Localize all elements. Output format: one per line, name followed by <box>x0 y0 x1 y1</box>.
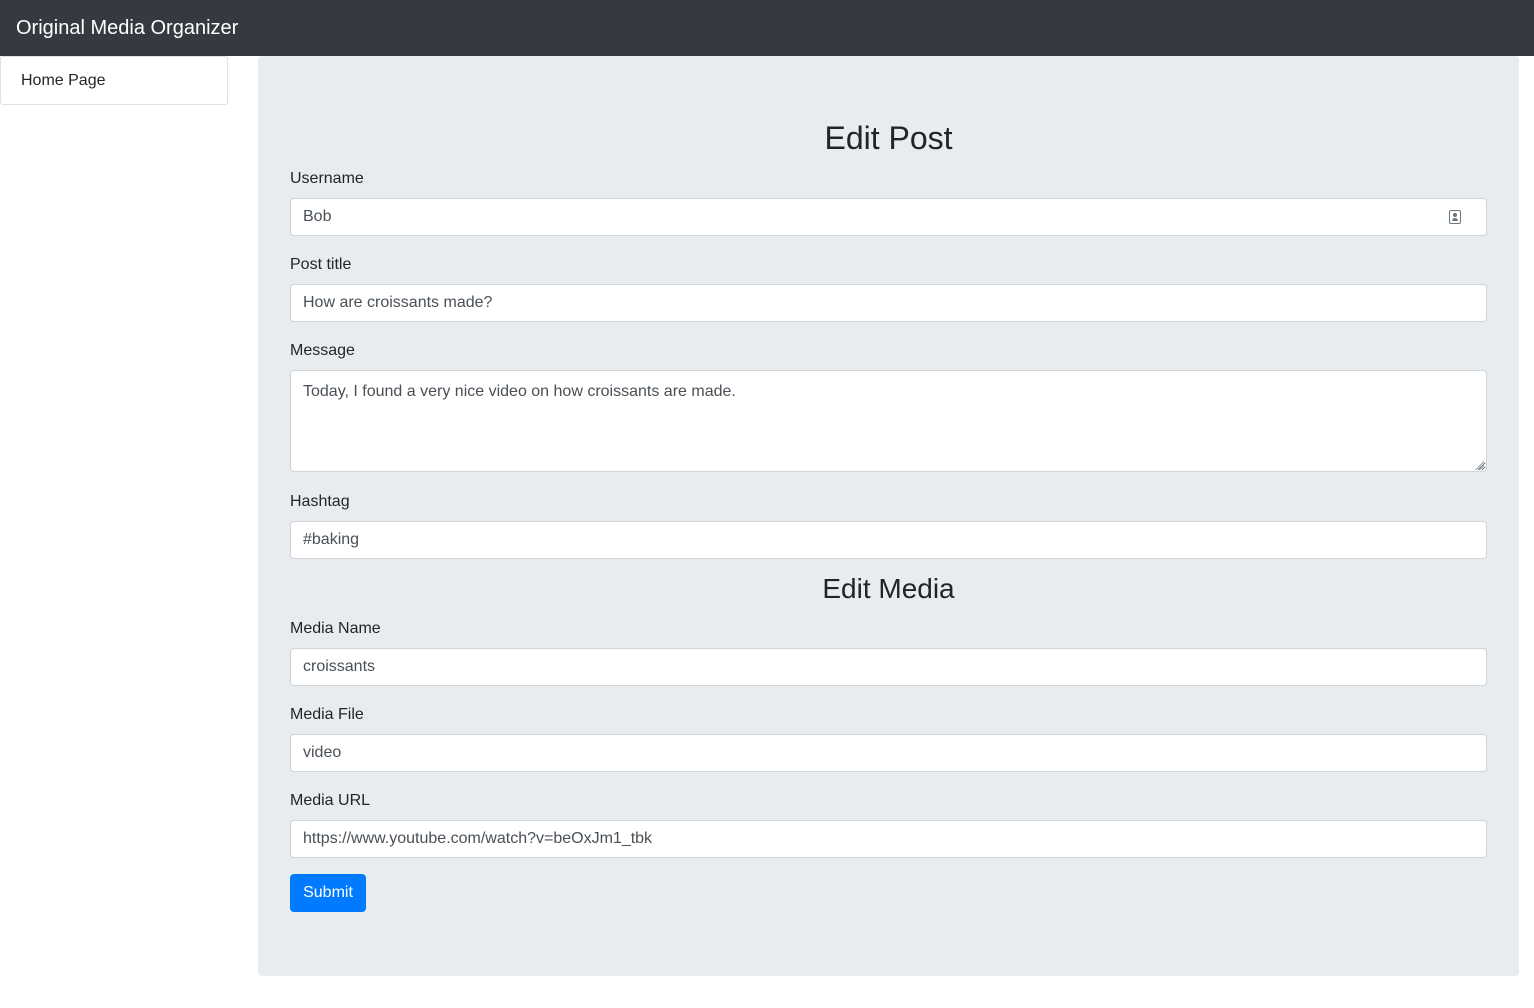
contact-card-icon[interactable] <box>1449 210 1461 224</box>
resize-handle-icon[interactable] <box>1474 460 1484 470</box>
message-label: Message <box>290 342 355 359</box>
username-input[interactable] <box>290 198 1487 236</box>
message-textarea[interactable]: Today, I found a very nice video on how … <box>290 370 1487 472</box>
hashtag-label: Hashtag <box>290 493 350 510</box>
media-url-label: Media URL <box>290 792 371 809</box>
edit-media-heading: Edit Media <box>822 573 955 604</box>
sidebar-item-label: Home Page <box>21 71 106 89</box>
username-label: Username <box>290 170 364 187</box>
media-name-label: Media Name <box>290 620 381 637</box>
app-brand[interactable]: Original Media Organizer <box>16 17 238 40</box>
post-title-input[interactable] <box>290 284 1487 322</box>
media-file-input[interactable] <box>290 734 1487 772</box>
edit-form-panel: Edit Post Username Post title Message To… <box>258 56 1519 976</box>
top-navbar: Original Media Organizer <box>0 0 1534 56</box>
edit-post-heading: Edit Post <box>824 120 953 156</box>
post-title-label: Post title <box>290 256 352 273</box>
media-file-label: Media File <box>290 706 364 723</box>
hashtag-input[interactable] <box>290 521 1487 559</box>
submit-button[interactable]: Submit <box>290 874 366 912</box>
media-url-input[interactable] <box>290 820 1487 858</box>
sidebar-item-home[interactable]: Home Page <box>0 56 228 105</box>
media-name-input[interactable] <box>290 648 1487 686</box>
